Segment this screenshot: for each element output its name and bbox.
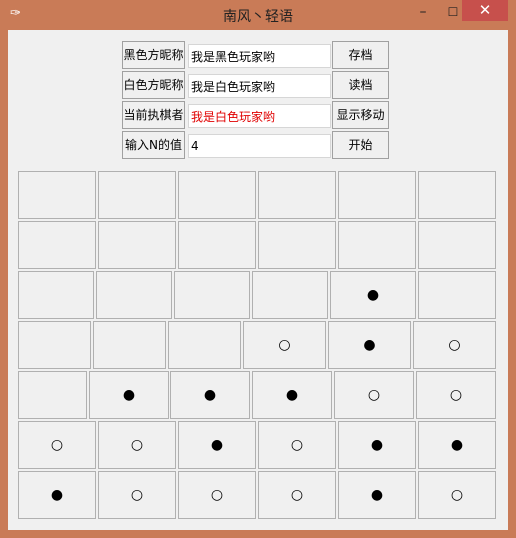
window-client-area: 黑色方昵称 存档 白色方昵称 读档 当前执棋者 显示移动 输入N的值 开始 ●○…: [8, 30, 508, 530]
window-title: 南风丶轻语: [223, 9, 293, 25]
board-cell-r5-c4[interactable]: ●: [338, 421, 416, 469]
current-player-label: 当前执棋者: [122, 101, 185, 129]
board-cell-r4-c4[interactable]: ○: [334, 371, 414, 419]
board-cell-r6-c5[interactable]: ○: [418, 471, 496, 519]
n-value-input[interactable]: [188, 134, 331, 158]
board-cell-r6-c0[interactable]: ●: [18, 471, 96, 519]
board-cell-r4-c3[interactable]: ●: [252, 371, 332, 419]
board-cell-r5-c2[interactable]: ●: [178, 421, 256, 469]
board-cell-r6-c2[interactable]: ○: [178, 471, 256, 519]
board-cell-r4-c5[interactable]: ○: [416, 371, 496, 419]
board-cell-r0-c4[interactable]: [338, 171, 416, 219]
show-moves-button[interactable]: 显示移动: [332, 101, 389, 129]
save-button[interactable]: 存档: [332, 41, 389, 69]
board-cell-r0-c1[interactable]: [98, 171, 176, 219]
board-cell-r4-c0[interactable]: [18, 371, 87, 419]
board-cell-r1-c3[interactable]: [258, 221, 336, 269]
board-cell-r4-c2[interactable]: ●: [170, 371, 250, 419]
board-cell-r0-c3[interactable]: [258, 171, 336, 219]
board-cell-r1-c1[interactable]: [98, 221, 176, 269]
close-button[interactable]: ✕: [462, 0, 508, 21]
board-cell-r6-c4[interactable]: ●: [338, 471, 416, 519]
board-cell-r3-c1[interactable]: [93, 321, 166, 369]
board-cell-r1-c5[interactable]: [418, 221, 496, 269]
board-cell-r5-c1[interactable]: ○: [98, 421, 176, 469]
board-cell-r1-c4[interactable]: [338, 221, 416, 269]
board-cell-r5-c5[interactable]: ●: [418, 421, 496, 469]
board-cell-r5-c0[interactable]: ○: [18, 421, 96, 469]
board-cell-r0-c0[interactable]: [18, 171, 96, 219]
white-nickname-input[interactable]: [188, 74, 331, 98]
board-cell-r2-c5[interactable]: [418, 271, 496, 319]
board-cell-r1-c2[interactable]: [178, 221, 256, 269]
white-nickname-label: 白色方昵称: [122, 71, 185, 99]
board-cell-r0-c2[interactable]: [178, 171, 256, 219]
board-cell-r1-c0[interactable]: [18, 221, 96, 269]
board-cell-r0-c5[interactable]: [418, 171, 496, 219]
board-cell-r4-c1[interactable]: ●: [89, 371, 169, 419]
board-cell-r3-c4[interactable]: ●: [328, 321, 411, 369]
load-button[interactable]: 读档: [332, 71, 389, 99]
minimize-button[interactable]: –: [410, 2, 436, 24]
board-cell-r2-c2[interactable]: [174, 271, 250, 319]
board-cell-r5-c3[interactable]: ○: [258, 421, 336, 469]
black-nickname-label: 黑色方昵称: [122, 41, 185, 69]
board-cell-r3-c5[interactable]: ○: [413, 321, 496, 369]
board-cell-r2-c0[interactable]: [18, 271, 94, 319]
current-player-input[interactable]: [188, 104, 331, 128]
title-bar: ✑ 南风丶轻语 – ☐ ✕: [0, 0, 516, 30]
start-button[interactable]: 开始: [332, 131, 389, 159]
board-cell-r2-c1[interactable]: [96, 271, 172, 319]
board-cell-r6-c3[interactable]: ○: [258, 471, 336, 519]
board-cell-r6-c1[interactable]: ○: [98, 471, 176, 519]
n-value-label: 输入N的值: [122, 131, 185, 159]
board-cell-r2-c4[interactable]: ●: [330, 271, 416, 319]
board-cell-r2-c3[interactable]: [252, 271, 328, 319]
black-nickname-input[interactable]: [188, 44, 331, 68]
board-cell-r3-c0[interactable]: [18, 321, 91, 369]
board-cell-r3-c3[interactable]: ○: [243, 321, 326, 369]
board-cell-r3-c2[interactable]: [168, 321, 241, 369]
